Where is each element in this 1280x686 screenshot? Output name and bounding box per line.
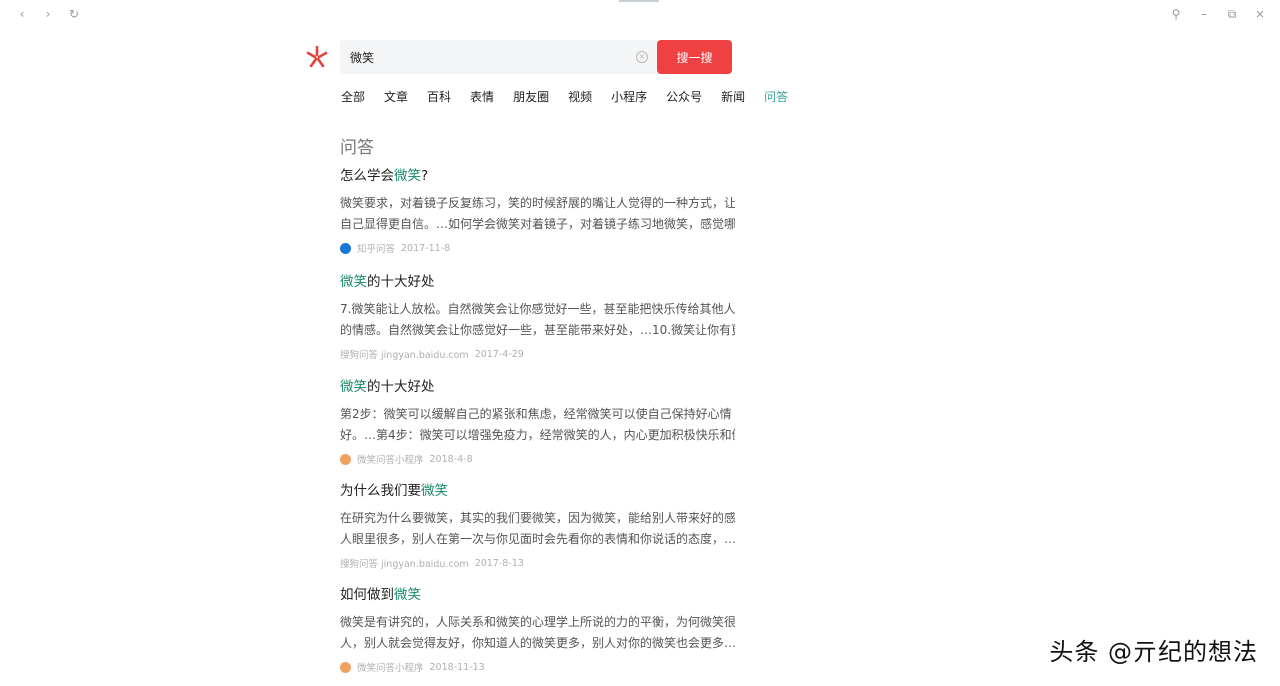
tab-videos[interactable]: 视频 bbox=[568, 88, 592, 105]
tab-news[interactable]: 新闻 bbox=[721, 88, 745, 105]
snippet-line: 的情感。自然微笑会让你感觉好一些，甚至能带来好处，…10.微笑让你有更好的状态… bbox=[340, 323, 735, 337]
tab-moments[interactable]: 朋友圈 bbox=[513, 88, 549, 105]
window-controls: ⚲ – ⧉ × bbox=[1168, 6, 1268, 22]
result-date: 2017-8-13 bbox=[474, 557, 524, 569]
tab-all[interactable]: 全部 bbox=[341, 88, 365, 105]
result-source: 微笑问答小程序 bbox=[357, 663, 424, 674]
forward-icon[interactable]: › bbox=[40, 6, 56, 22]
result-date: 2017-11-8 bbox=[401, 242, 451, 254]
navigation-controls: ‹ › ↻ bbox=[14, 6, 82, 22]
result-meta: 搜狗问答 jingyan.baidu.com 2017-8-13 bbox=[340, 556, 735, 571]
section-title: 问答 bbox=[340, 138, 374, 158]
result-item: 为什么我们要微笑 在研究为什么要微笑，其实的我们要微笑，因为微笑，能给别人带来好… bbox=[340, 479, 735, 570]
snippet-line: 好。…第4步：微笑可以增强免疫力，经常微笑的人，内心更加积极快乐和健… bbox=[340, 428, 735, 442]
tab-official-accounts[interactable]: 公众号 bbox=[666, 88, 702, 105]
search-button[interactable]: 搜一搜 bbox=[657, 40, 732, 74]
title-bar-accent bbox=[619, 0, 659, 2]
pin-icon[interactable]: ⚲ bbox=[1168, 6, 1184, 22]
close-icon[interactable]: × bbox=[1252, 6, 1268, 22]
snippet-line: 7.微笑能让人放松。自然微笑会让你感觉好一些，甚至能把快乐传给其他人 bbox=[340, 302, 735, 316]
result-title-text: 的十大好处 bbox=[367, 379, 435, 395]
result-item: 微笑的十大好处 第2步：微笑可以缓解自己的紧张和焦虑，经常微笑可以使自己保持好心… bbox=[340, 375, 735, 466]
result-snippet: 在研究为什么要微笑，其实的我们要微笑，因为微笑，能给别人带来好的感受的 人眼里很… bbox=[340, 508, 735, 550]
tab-encyclopedia[interactable]: 百科 bbox=[427, 88, 451, 105]
result-title-text: 怎么学会 bbox=[340, 168, 394, 184]
result-date: 2018-11-13 bbox=[429, 661, 485, 673]
result-item: 微笑的十大好处 7.微笑能让人放松。自然微笑会让你感觉好一些，甚至能把快乐传给其… bbox=[340, 270, 735, 361]
result-title-highlight: 微笑 bbox=[421, 483, 448, 499]
reload-icon[interactable]: ↻ bbox=[66, 6, 82, 22]
result-title[interactable]: 微笑的十大好处 bbox=[340, 270, 735, 290]
result-snippet: 第2步：微笑可以缓解自己的紧张和焦虑，经常微笑可以使自己保持好心情 好。…第4步… bbox=[340, 404, 735, 446]
source-avatar-icon bbox=[340, 661, 351, 673]
clear-icon[interactable]: × bbox=[636, 51, 648, 63]
result-source: 搜狗问答 jingyan.baidu.com bbox=[340, 559, 469, 570]
result-meta: 搜狗问答 jingyan.baidu.com 2017-4-29 bbox=[340, 347, 735, 362]
watermark: 头条 @亓纪的想法 bbox=[1049, 638, 1258, 666]
source-avatar-icon bbox=[340, 242, 351, 254]
result-source: 微笑问答小程序 bbox=[357, 455, 424, 466]
snippet-line: 人，别人就会觉得友好，你知道人的微笑更多，别人对你的微笑也会更多… bbox=[340, 636, 735, 650]
result-snippet: 7.微笑能让人放松。自然微笑会让你感觉好一些，甚至能把快乐传给其他人 的情感。自… bbox=[340, 299, 735, 341]
minimize-icon[interactable]: – bbox=[1196, 6, 1212, 22]
result-title[interactable]: 如何做到微笑 bbox=[340, 583, 735, 603]
snippet-line: 微笑要求，对着镜子反复练习，笑的时候舒展的嘴让人觉得的一种方式，让 bbox=[340, 196, 735, 210]
snippet-line: 在研究为什么要微笑，其实的我们要微笑，因为微笑，能给别人带来好的感受的 bbox=[340, 511, 735, 525]
result-meta: 微笑问答小程序 2018-11-13 bbox=[340, 660, 735, 674]
result-snippet: 微笑要求，对着镜子反复练习，笑的时候舒展的嘴让人觉得的一种方式，让 自己显得更自… bbox=[340, 193, 735, 235]
snippet-line: 微笑是有讲究的，人际关系和微笑的心理学上所说的力的平衡，为何微笑很关 bbox=[340, 615, 735, 629]
search-box: × bbox=[340, 40, 658, 74]
result-title-text: 如何做到 bbox=[340, 587, 394, 603]
result-meta: 微笑问答小程序 2018-4-8 bbox=[340, 452, 735, 466]
tab-stickers[interactable]: 表情 bbox=[470, 88, 494, 105]
snippet-line: 第2步：微笑可以缓解自己的紧张和焦虑，经常微笑可以使自己保持好心情 bbox=[340, 407, 732, 421]
result-item: 如何做到微笑 微笑是有讲究的，人际关系和微笑的心理学上所说的力的平衡，为何微笑很… bbox=[340, 583, 735, 674]
result-date: 2017-4-29 bbox=[474, 348, 524, 360]
result-title-text: ? bbox=[421, 168, 429, 184]
result-date: 2018-4-8 bbox=[429, 453, 473, 465]
result-title[interactable]: 为什么我们要微笑 bbox=[340, 479, 735, 499]
source-avatar-icon bbox=[340, 453, 351, 465]
tab-qa[interactable]: 问答 bbox=[764, 88, 788, 105]
search-logo-icon[interactable] bbox=[304, 44, 330, 70]
result-source: 知乎问答 bbox=[357, 244, 396, 255]
result-title-highlight: 微笑 bbox=[394, 587, 421, 603]
snippet-line: 人眼里很多，别人在第一次与你见面时会先看你的表情和你说话的态度，… bbox=[340, 532, 735, 546]
result-title-highlight: 微笑 bbox=[340, 379, 367, 395]
result-title[interactable]: 微笑的十大好处 bbox=[340, 375, 735, 395]
result-title-highlight: 微笑 bbox=[340, 274, 367, 290]
tab-mini-programs[interactable]: 小程序 bbox=[611, 88, 647, 105]
result-title-text: 的十大好处 bbox=[367, 274, 435, 290]
result-title-text: 为什么我们要 bbox=[340, 483, 421, 499]
result-title[interactable]: 怎么学会微笑? bbox=[340, 164, 735, 184]
category-tabs: 全部 文章 百科 表情 朋友圈 视频 小程序 公众号 新闻 问答 bbox=[341, 88, 807, 105]
result-snippet: 微笑是有讲究的，人际关系和微笑的心理学上所说的力的平衡，为何微笑很关 人，别人就… bbox=[340, 612, 735, 654]
snippet-line: 自己显得更自信。…如何学会微笑对着镜子，对着镜子练习地微笑，感觉哪个… bbox=[340, 217, 735, 231]
restore-icon[interactable]: ⧉ bbox=[1224, 6, 1240, 22]
result-title-highlight: 微笑 bbox=[394, 168, 421, 184]
back-icon[interactable]: ‹ bbox=[14, 6, 30, 22]
result-source: 搜狗问答 jingyan.baidu.com bbox=[340, 350, 469, 361]
result-meta: 知乎问答 2017-11-8 bbox=[340, 241, 735, 255]
result-item: 怎么学会微笑? 微笑要求，对着镜子反复练习，笑的时候舒展的嘴让人觉得的一种方式，… bbox=[340, 164, 735, 255]
tab-articles[interactable]: 文章 bbox=[384, 88, 408, 105]
search-input[interactable] bbox=[350, 50, 636, 64]
